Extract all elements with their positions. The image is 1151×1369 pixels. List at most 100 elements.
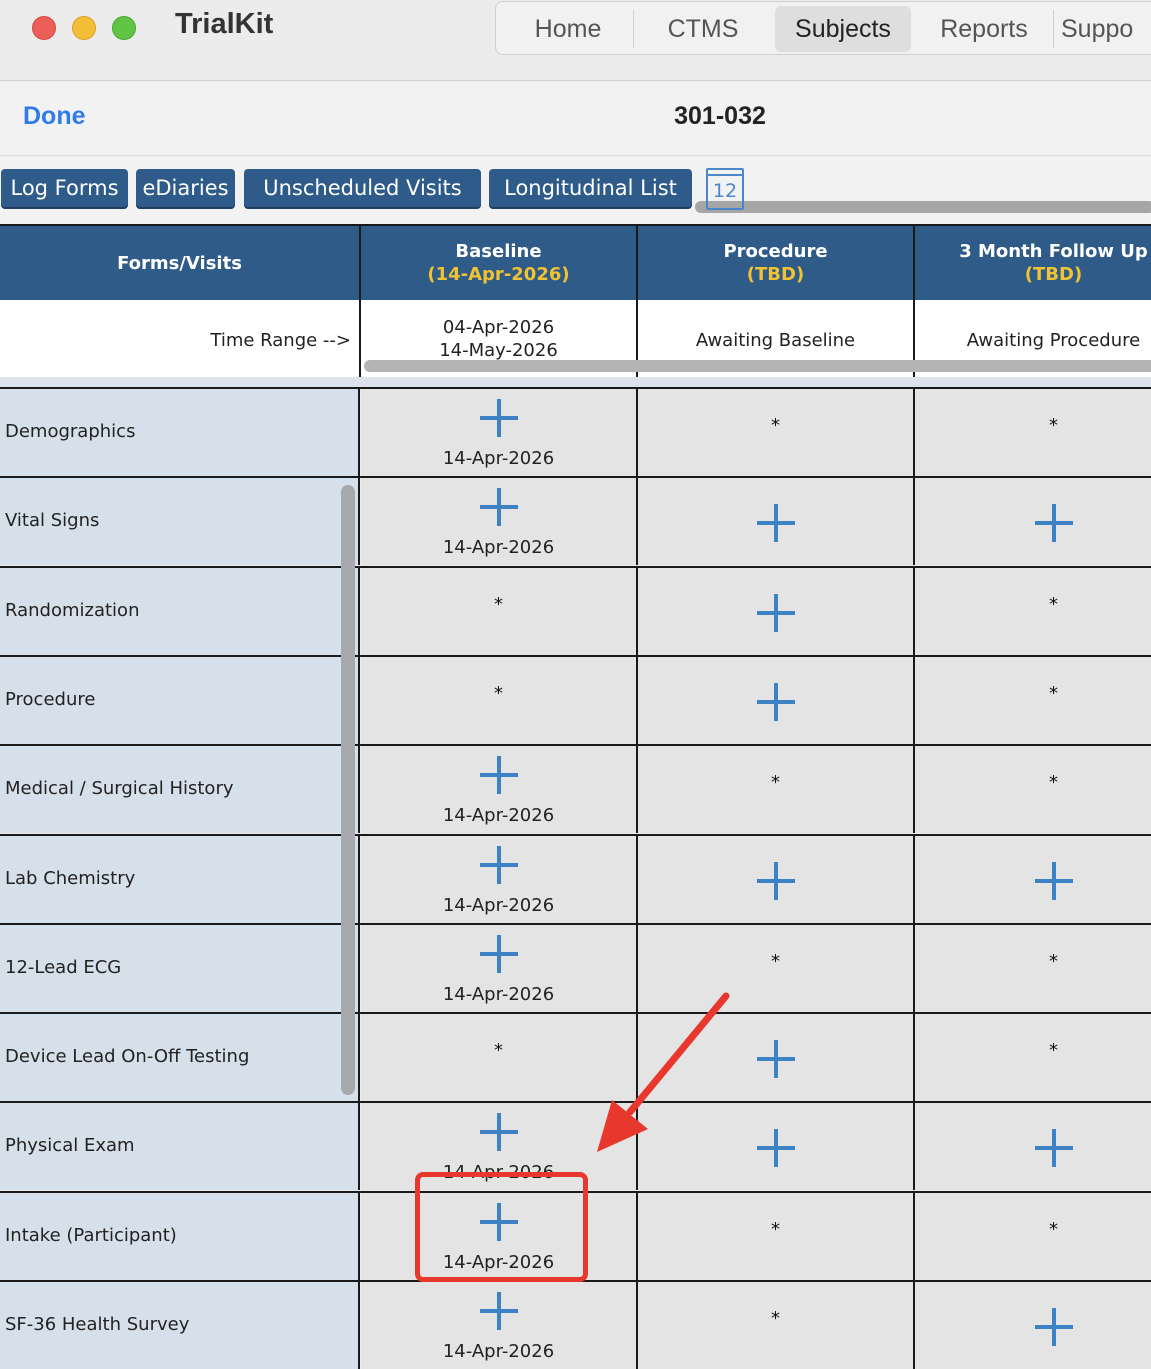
nav-subjects[interactable]: Subjects [775,6,911,52]
add-form-icon[interactable] [756,593,795,632]
longitudinal-list-button[interactable]: Longitudinal List [489,169,692,207]
form-label-cell[interactable]: Lab Chemistry [0,835,360,923]
visit-cell[interactable]: 14-Apr-2026 [361,835,638,923]
calendar-icon[interactable]: 12 [706,168,744,210]
visit-cell: * [915,389,1151,476]
done-button[interactable]: Done [23,102,86,131]
visit-cell: * [361,1014,638,1102]
add-form-icon[interactable] [479,756,518,795]
add-form-icon[interactable] [756,504,795,543]
add-form-icon[interactable] [479,845,518,884]
visit-cell: * [638,924,915,1012]
title-bar: TrialKit Home CTMS Subjects Reports Supp… [0,0,1151,81]
log-forms-button[interactable]: Log Forms [1,169,128,207]
nav-reports[interactable]: Reports [916,6,1052,52]
visit-cell[interactable] [638,478,915,566]
visit-cell[interactable]: 14-Apr-2026 [361,746,638,834]
visit-cell[interactable] [638,835,915,923]
highlight-box [415,1172,588,1282]
zoom-window-button[interactable] [112,16,136,40]
horizontal-scrollbar[interactable] [364,360,1151,372]
form-label: Vital Signs [5,510,100,532]
form-label-cell[interactable]: 12-Lead ECG [0,924,360,1012]
form-label: 12-Lead ECG [5,956,122,978]
add-form-icon[interactable] [1034,1129,1073,1168]
form-label-cell[interactable]: Demographics [0,389,360,476]
toolbar-scrollbar[interactable] [695,201,1151,213]
not-scheduled-mark: * [1049,1040,1058,1062]
form-label-cell[interactable]: Randomization [0,567,360,655]
visit-cell: * [915,1014,1151,1102]
form-label-cell[interactable]: Intake (Participant) [0,1192,360,1280]
form-label: Procedure [5,688,96,710]
add-form-icon[interactable] [1034,1308,1073,1346]
add-form-icon[interactable] [1034,504,1073,543]
form-label-cell[interactable]: Procedure [0,656,360,744]
visit-cell[interactable]: 14-Apr-2026 [361,478,638,566]
add-form-icon[interactable] [479,488,518,527]
visit-cell[interactable]: 14-Apr-2026 [361,389,638,476]
visit-cell[interactable] [638,1103,915,1191]
add-form-icon[interactable] [1034,861,1073,900]
nav-support[interactable]: Suppo [1061,6,1151,52]
nav-home[interactable]: Home [504,6,632,52]
visit-date: (14-Apr-2026) [427,264,570,285]
visit-cell[interactable] [915,1103,1151,1191]
visit-cell[interactable] [915,478,1151,566]
form-row: Medical / Surgical History 14-Apr-2026 * * [0,744,1151,834]
unscheduled-visits-button[interactable]: Unscheduled Visits [244,169,481,207]
visit-header-3-month-follow-up[interactable]: 3 Month Follow Up (TBD) [915,224,1151,300]
time-range-label: Time Range --> [210,330,351,351]
form-row: Randomization * * [0,565,1151,655]
visit-header-procedure[interactable]: Procedure (TBD) [638,224,915,300]
visit-cell[interactable]: 14-Apr-2026 [361,924,638,1012]
close-window-button[interactable] [32,16,56,40]
time-range-followup: Awaiting Procedure [915,300,1151,385]
view-toolbar: Log Forms eDiaries Unscheduled Visits Lo… [0,157,1151,224]
not-scheduled-mark: * [771,1308,780,1329]
app-title: TrialKit [175,8,274,40]
ediaries-button[interactable]: eDiaries [136,169,235,207]
form-date: 14-Apr-2026 [442,983,555,1005]
form-label-cell[interactable]: Device Lead On-Off Testing [0,1014,360,1102]
form-label: Randomization [5,599,140,621]
visit-cell: * [915,924,1151,1012]
visit-cell[interactable] [915,835,1151,923]
not-scheduled-mark: * [1049,1218,1058,1240]
add-form-icon[interactable] [756,861,795,900]
visit-cell: * [638,1282,915,1369]
visit-cell: * [361,656,638,744]
subject-header: Done 301-032 [0,82,1151,156]
form-label-cell[interactable]: Medical / Surgical History [0,746,360,834]
visit-cell[interactable] [915,1282,1151,1369]
minimize-window-button[interactable] [72,16,96,40]
visit-header-baseline[interactable]: Baseline (14-Apr-2026) [361,224,638,300]
form-row: Lab Chemistry 14-Apr-2026 [0,833,1151,923]
add-form-icon[interactable] [756,1129,795,1168]
visit-cell[interactable] [638,567,915,655]
add-form-icon[interactable] [479,399,518,437]
form-label: Lab Chemistry [5,867,136,889]
not-scheduled-mark: * [1049,415,1058,436]
time-range-start: 04-Apr-2026 [442,317,555,338]
visit-date: (TBD) [1024,264,1083,285]
not-scheduled-mark: * [771,415,780,436]
visit-cell: * [915,746,1151,834]
visit-cell[interactable]: 14-Apr-2026 [361,1282,638,1369]
add-form-icon[interactable] [479,1292,518,1330]
visit-cell[interactable] [638,656,915,744]
add-form-icon[interactable] [479,934,518,973]
form-label-cell[interactable]: Vital Signs [0,478,360,566]
visit-cell[interactable] [638,1014,915,1102]
nav-ctms[interactable]: CTMS [636,6,770,52]
add-form-icon[interactable] [756,682,795,721]
vertical-scrollbar[interactable] [341,485,355,1095]
add-form-icon[interactable] [479,1113,518,1152]
form-label-cell[interactable]: SF-36 Health Survey [0,1282,360,1369]
not-scheduled-mark: * [771,1218,780,1240]
form-date: 14-Apr-2026 [442,805,555,827]
visit-name: 3 Month Follow Up [959,241,1148,262]
form-label-cell[interactable]: Physical Exam [0,1103,360,1191]
add-form-icon[interactable] [756,1040,795,1079]
not-scheduled-mark: * [1049,593,1058,615]
